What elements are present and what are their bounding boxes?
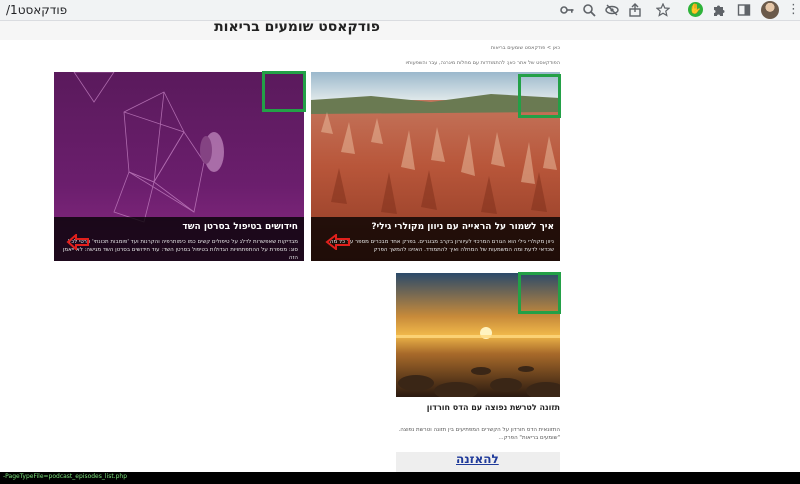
eye-off-icon[interactable] — [603, 1, 621, 19]
page-title: פודקאסט שומעים בריאות — [214, 19, 380, 35]
listen-link[interactable]: להאזנה — [456, 452, 499, 466]
puzzle-icon[interactable] — [710, 1, 728, 19]
share-icon[interactable] — [626, 1, 644, 19]
red-arrow-icon — [66, 234, 89, 250]
card-description: ניוון מקולרי גילי הוא הגורם המרכזי לעיוו… — [329, 239, 554, 253]
card-title[interactable]: חידושים בטיפול בסרטן השד — [182, 222, 298, 232]
card-description: מבדיקות שאפשרות לדלג על טיפולים קשים כמו… — [62, 239, 298, 261]
highlight-box — [262, 71, 306, 112]
address-bar-text[interactable]: פודקאסט1/ — [6, 3, 67, 17]
highlight-box — [518, 74, 561, 118]
breadcrumb[interactable]: כאן > פודקאסט שומעים בריאות — [400, 45, 560, 51]
card-title[interactable]: איך לשמור על הראייה עם ניוון מקולרי גילי… — [371, 222, 554, 232]
podcast-title[interactable]: תזונה לטרשת נפוצה עם הדס חורדון — [396, 403, 560, 412]
browser-toolbar: פודקאסט1/ ✋ ⋮ — [0, 0, 800, 21]
zoom-icon[interactable] — [580, 1, 598, 19]
key-icon[interactable] — [558, 1, 576, 19]
card-caption: חידושים בטיפול בסרטן השד מבדיקות שאפשרות… — [54, 217, 304, 261]
profile-avatar[interactable] — [761, 1, 779, 19]
extension-green-icon[interactable]: ✋ — [688, 2, 703, 17]
star-icon[interactable] — [654, 1, 672, 19]
sidebar-icon[interactable] — [735, 1, 753, 19]
site-header-bar — [0, 21, 800, 40]
red-arrow-icon — [325, 234, 350, 250]
intro-text: הפודקאסט של אתר כאן: להתמודדות עם מחלות … — [405, 60, 560, 66]
status-url: -PageTypeFile=podcast_episodes_list.php — [3, 473, 128, 480]
podcast-description: התזונאית הדס חורדון על הקשרים המפתיעים ב… — [398, 427, 560, 441]
status-bar: -PageTypeFile=podcast_episodes_list.php — [0, 472, 800, 484]
kebab-menu-icon[interactable]: ⋮ — [787, 2, 800, 17]
highlight-box — [518, 272, 561, 314]
